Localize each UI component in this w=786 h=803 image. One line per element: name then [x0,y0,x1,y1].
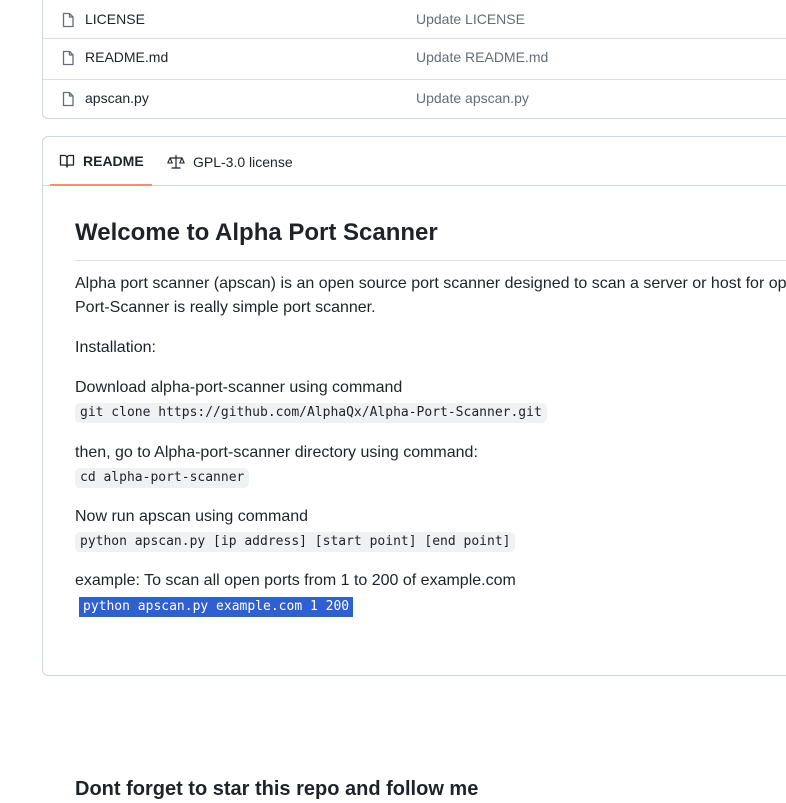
commit-message[interactable]: Update README.md [416,49,548,65]
download-command: git clone https://github.com/AlphaQx/Alp… [75,403,547,423]
book-icon [59,154,75,168]
follow-heading: Dont forget to star this repo and follow… [75,778,479,800]
file-icon [62,50,74,66]
file-row-apscan[interactable]: apscan.py Update apscan.py [43,79,786,120]
run-text: Now run apscan using command [75,508,309,525]
file-list: LICENSE Update LICENSE README.md Update … [42,0,786,119]
readme-tabs: README GPL-3.0 license [43,137,786,186]
cd-text: then, go to Alpha-port-scanner directory… [75,444,478,461]
tab-license-label: GPL-3.0 license [193,153,293,170]
file-row-readme[interactable]: README.md Update README.md [43,38,786,79]
file-name[interactable]: apscan.py [85,90,149,106]
file-icon [62,12,74,28]
law-scale-icon [167,154,185,169]
readme-title: Welcome to Alpha Port Scanner [75,219,438,246]
example-command: python apscan.py example.com 1 200 [79,597,354,617]
commit-message[interactable]: Update apscan.py [416,90,529,106]
installation-label: Installation: [75,339,156,356]
cd-command: cd alpha-port-scanner [75,468,250,488]
file-name[interactable]: README.md [85,49,168,65]
commit-message[interactable]: Update LICENSE [416,11,525,27]
run-command: python apscan.py [ip address] [start poi… [75,532,516,552]
title-divider [75,260,786,261]
readme-panel: README GPL-3.0 license Welcome to Alpha … [42,136,786,800]
file-row-license[interactable]: LICENSE Update LICENSE [43,1,786,42]
tab-readme[interactable]: README [50,137,152,186]
download-text: Download alpha-port-scanner using comman… [75,379,403,396]
tab-readme-label: README [83,152,144,169]
tab-license[interactable]: GPL-3.0 license [167,137,293,186]
example-text: example: To scan all open ports from 1 t… [75,572,516,589]
file-name[interactable]: LICENSE [85,11,145,27]
intro-line-2: Port-Scanner is really simple port scann… [75,299,376,316]
file-icon [62,91,74,107]
intro-line-1: Alpha port scanner (apscan) is an open s… [75,275,786,292]
